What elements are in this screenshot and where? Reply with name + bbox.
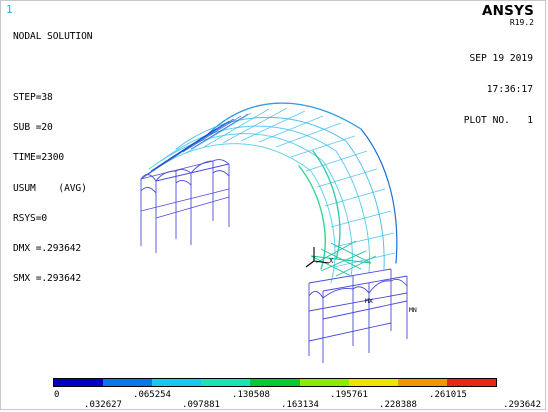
arch-roof — [140, 102, 398, 284]
legend-band-9 — [446, 379, 496, 386]
support-truss — [310, 240, 377, 277]
legend-band-4 — [201, 379, 251, 386]
legend-band-1 — [54, 379, 104, 386]
legend-band-7 — [348, 379, 398, 386]
legend-band-6 — [299, 379, 349, 386]
fe-model-view[interactable]: X MX MN — [1, 1, 546, 410]
arch-ribs — [150, 107, 396, 268]
graphics-window[interactable]: 1 NODAL SOLUTION STEP=38 SUB =20 TIME=23… — [0, 0, 546, 410]
right-frame — [308, 268, 408, 363]
min-marker: MN — [409, 306, 417, 314]
max-marker: MX — [365, 297, 373, 305]
legend-band-3 — [152, 379, 202, 386]
legend-band-2 — [103, 379, 153, 386]
left-frame — [140, 159, 230, 253]
contour-legend-bar — [53, 378, 497, 387]
legend-band-5 — [250, 379, 300, 386]
legend-band-8 — [397, 379, 447, 386]
